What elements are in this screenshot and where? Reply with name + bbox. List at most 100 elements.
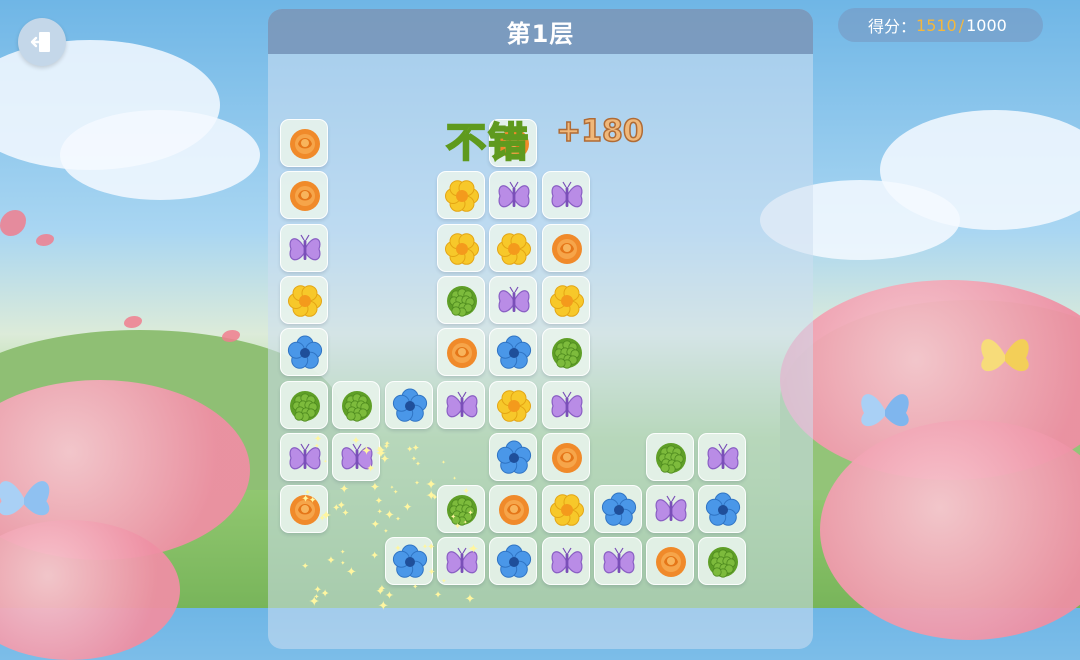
sparkle-icon: ✦ — [384, 506, 395, 522]
blue-flower-icon — [497, 335, 532, 369]
score-separator: / — [958, 15, 965, 35]
green-hydrangea-icon — [290, 390, 320, 422]
praise-text: 不错 — [445, 119, 530, 167]
blue-flower-icon — [706, 492, 741, 526]
sparkle-icon: ✦ — [412, 582, 419, 592]
sparkle-icon: ✦ — [366, 462, 376, 476]
tile-yellow-flower[interactable] — [280, 275, 328, 324]
orange-rose-icon — [551, 442, 582, 473]
purple-butterfly-icon — [551, 181, 582, 208]
tile-blue-flower[interactable] — [489, 432, 538, 481]
tile-yellow-flower[interactable] — [489, 223, 538, 272]
orange-rose-icon — [499, 495, 530, 526]
tile-orange-rose[interactable] — [489, 485, 538, 534]
butterfly-decoration-icon — [981, 339, 1029, 372]
yellow-flower-icon — [549, 285, 584, 317]
tile-purple-butterfly[interactable] — [489, 171, 538, 220]
yellow-flower-icon — [444, 232, 479, 265]
yellow-flower-icon — [497, 232, 532, 265]
sparkle-icon: ✦ — [370, 549, 380, 563]
exit-door-icon — [30, 32, 50, 52]
tile-green-hydrangea[interactable] — [436, 275, 485, 324]
blue-flower-icon — [497, 440, 532, 474]
green-hydrangea-icon — [656, 442, 687, 474]
sparkle-icon: ✦ — [450, 512, 457, 522]
sparkle-icon: ✦ — [313, 592, 320, 602]
tile-blue-flower[interactable] — [489, 328, 538, 377]
tile-purple-butterfly[interactable] — [541, 171, 590, 220]
tile-blue-flower[interactable] — [384, 380, 433, 429]
tile-blue-flower[interactable] — [593, 485, 642, 534]
yellow-flower-icon — [549, 494, 584, 526]
tile-orange-rose[interactable] — [280, 119, 328, 167]
sparkle-icon: ✦ — [336, 498, 346, 512]
sparkle-icon: ✦ — [441, 459, 446, 466]
green-hydrangea-icon — [708, 547, 739, 578]
purple-butterfly-icon — [498, 181, 530, 208]
sparkle-icon: ✦ — [427, 542, 436, 554]
tile-green-hydrangea[interactable] — [332, 380, 381, 429]
score-target: 1000 — [966, 15, 1007, 35]
purple-butterfly-icon — [498, 286, 530, 313]
butterfly-decoration-icon — [861, 394, 909, 427]
purple-butterfly-icon — [289, 234, 321, 260]
tile-orange-rose[interactable] — [541, 432, 590, 481]
sparkle-icon: ✦ — [320, 587, 330, 601]
tile-purple-butterfly[interactable] — [541, 380, 590, 429]
sparkle-icon: ✦ — [425, 489, 437, 505]
tile-green-hydrangea[interactable] — [280, 380, 328, 429]
sparkle-icon: ✦ — [414, 479, 420, 488]
purple-butterfly-icon — [655, 495, 687, 522]
yellow-flower-icon — [497, 389, 532, 422]
tile-blue-flower[interactable] — [489, 537, 538, 586]
tile-yellow-flower[interactable] — [436, 171, 485, 220]
blue-flower-icon — [497, 544, 532, 579]
tile-orange-rose[interactable] — [280, 171, 328, 220]
tile-purple-butterfly[interactable] — [280, 223, 328, 272]
tile-orange-rose[interactable] — [541, 223, 590, 272]
orange-rose-icon — [551, 233, 582, 264]
yellow-flower-icon — [288, 285, 322, 317]
tile-orange-rose[interactable] — [646, 537, 695, 586]
sparkle-icon: ✦ — [464, 592, 476, 608]
tile-purple-butterfly[interactable] — [541, 537, 590, 586]
purple-butterfly-icon — [707, 443, 739, 470]
sparkle-icon: ✦ — [376, 506, 383, 516]
orange-rose-icon — [290, 181, 320, 212]
tile-orange-rose[interactable] — [436, 328, 485, 377]
tile-blue-flower[interactable] — [280, 328, 328, 377]
score-label: 得分： — [868, 17, 917, 36]
score-display: 得分： 1510 / 1000 — [838, 8, 1043, 42]
bonus-score-text: +180 — [555, 113, 644, 150]
tile-purple-butterfly[interactable] — [698, 432, 747, 481]
sparkle-icon: ✦ — [323, 458, 328, 465]
tile-purple-butterfly[interactable] — [489, 275, 538, 324]
orange-rose-icon — [290, 129, 320, 159]
tile-purple-butterfly[interactable] — [646, 485, 695, 534]
tile-blue-flower[interactable] — [698, 485, 747, 534]
purple-butterfly-icon — [551, 548, 582, 574]
sparkle-icon: ✦ — [383, 528, 389, 536]
sparkle-icon: ✦ — [463, 520, 468, 527]
sparkle-icon: ✦ — [308, 494, 317, 506]
level-title-bar: 第1层 — [268, 9, 813, 54]
tile-purple-butterfly[interactable] — [593, 537, 642, 586]
sparkle-icon: ✦ — [318, 513, 326, 524]
green-hydrangea-icon — [551, 338, 582, 369]
sparkle-icon: ✦ — [454, 522, 462, 533]
tile-green-hydrangea[interactable] — [646, 432, 695, 481]
tile-yellow-flower[interactable] — [489, 380, 538, 429]
sparkle-icon: ✦ — [415, 459, 421, 468]
tile-green-hydrangea[interactable] — [698, 537, 747, 586]
exit-button[interactable] — [18, 18, 66, 66]
tile-purple-butterfly[interactable] — [436, 380, 485, 429]
tile-yellow-flower[interactable] — [541, 275, 590, 324]
sparkle-icon: ✦ — [374, 443, 387, 460]
sparkle-icon: ✦ — [468, 545, 474, 554]
tile-yellow-flower[interactable] — [541, 485, 590, 534]
purple-butterfly-icon — [446, 391, 478, 417]
tile-green-hydrangea[interactable] — [541, 328, 590, 377]
tile-yellow-flower[interactable] — [436, 223, 485, 272]
green-hydrangea-icon — [446, 285, 477, 317]
sparkle-icon: ✦ — [345, 564, 357, 580]
